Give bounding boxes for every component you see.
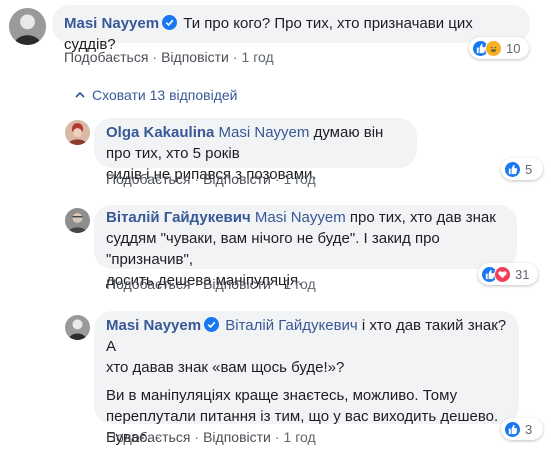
reply-actions: Подобається · Відповісти · 1 год (106, 276, 316, 292)
reply-bubble: Віталій Гайдукевич Masi Nayyem про тих, … (94, 205, 517, 289)
reaction-count: 3 (525, 421, 533, 437)
reply-text: переплутали питання із тим, що у вас вих… (106, 408, 499, 425)
mention-link[interactable]: Masi Nayyem (255, 209, 346, 226)
reply-time[interactable]: 1 год (284, 171, 316, 187)
reply-actions: Подобається · Відповісти · 1 год (106, 171, 316, 187)
verified-badge-icon (204, 317, 220, 332)
reply-text: хто давав знак «вам щось буде!»? (106, 359, 345, 376)
reply-button[interactable]: Відповісти (161, 49, 229, 65)
hide-replies-toggle[interactable]: Сховати 13 відповідей (74, 87, 238, 103)
reaction-count: 10 (506, 40, 521, 56)
like-icon (504, 160, 521, 178)
reply-bubble: Olga Kakaulina Masi Nayyem думаю він про… (94, 118, 417, 183)
hide-replies-label: Сховати 13 відповідей (92, 87, 238, 103)
avatar[interactable] (65, 120, 90, 145)
reaction-summary[interactable]: 31 (478, 263, 538, 285)
like-button[interactable]: Подобається (106, 276, 190, 292)
mention-link[interactable]: Masi Nayyem (219, 124, 310, 141)
reply-time[interactable]: 1 год (284, 276, 316, 292)
reaction-summary[interactable]: 3 (501, 418, 543, 440)
like-icon (504, 420, 521, 438)
reply-text: про тих, хто дав знак (349, 209, 496, 226)
chevron-up-icon (75, 91, 85, 98)
like-button[interactable]: Подобається (64, 49, 148, 65)
avatar[interactable] (65, 315, 90, 340)
comment-author[interactable]: Masi Nayyem (64, 15, 159, 32)
reply-author[interactable]: Olga Kakaulina (106, 124, 214, 141)
like-button[interactable]: Подобається (106, 429, 190, 445)
avatar[interactable] (9, 8, 46, 45)
reply-actions: Подобається · Відповісти · 1 год (106, 429, 316, 445)
reply-author[interactable]: Віталій Гайдукевич (106, 209, 251, 226)
reaction-summary[interactable]: 5 (501, 158, 543, 180)
reaction-summary[interactable]: 10 (469, 37, 529, 59)
haha-icon (485, 39, 502, 57)
reply-author[interactable]: Masi Nayyem (106, 317, 201, 334)
comment-time[interactable]: 1 год (242, 49, 274, 65)
comment-actions: Подобається · Відповісти · 1 год (64, 49, 274, 65)
avatar[interactable] (65, 208, 90, 233)
reply-button[interactable]: Відповісти (203, 171, 271, 187)
comment-bubble: Masi Nayyem Ти про кого? Про тих, хто пр… (52, 5, 530, 53)
reply-text: суддям "чуваки, вам нічого не буде". І з… (106, 230, 440, 268)
reaction-count: 5 (525, 161, 533, 177)
reply-time[interactable]: 1 год (284, 429, 316, 445)
love-icon (494, 265, 511, 283)
reply-button[interactable]: Відповісти (203, 276, 271, 292)
reply-bubble: Masi Nayyem Віталій Гайдукевич і хто дав… (94, 311, 519, 446)
reaction-count: 31 (515, 266, 530, 282)
reply-button[interactable]: Відповісти (203, 429, 271, 445)
reply-text: Ви в маніпуляціях краще знаєтесь, можлив… (106, 387, 458, 404)
like-button[interactable]: Подобається (106, 171, 190, 187)
verified-badge-icon (162, 15, 178, 30)
mention-link[interactable]: Віталій Гайдукевич (225, 317, 358, 334)
